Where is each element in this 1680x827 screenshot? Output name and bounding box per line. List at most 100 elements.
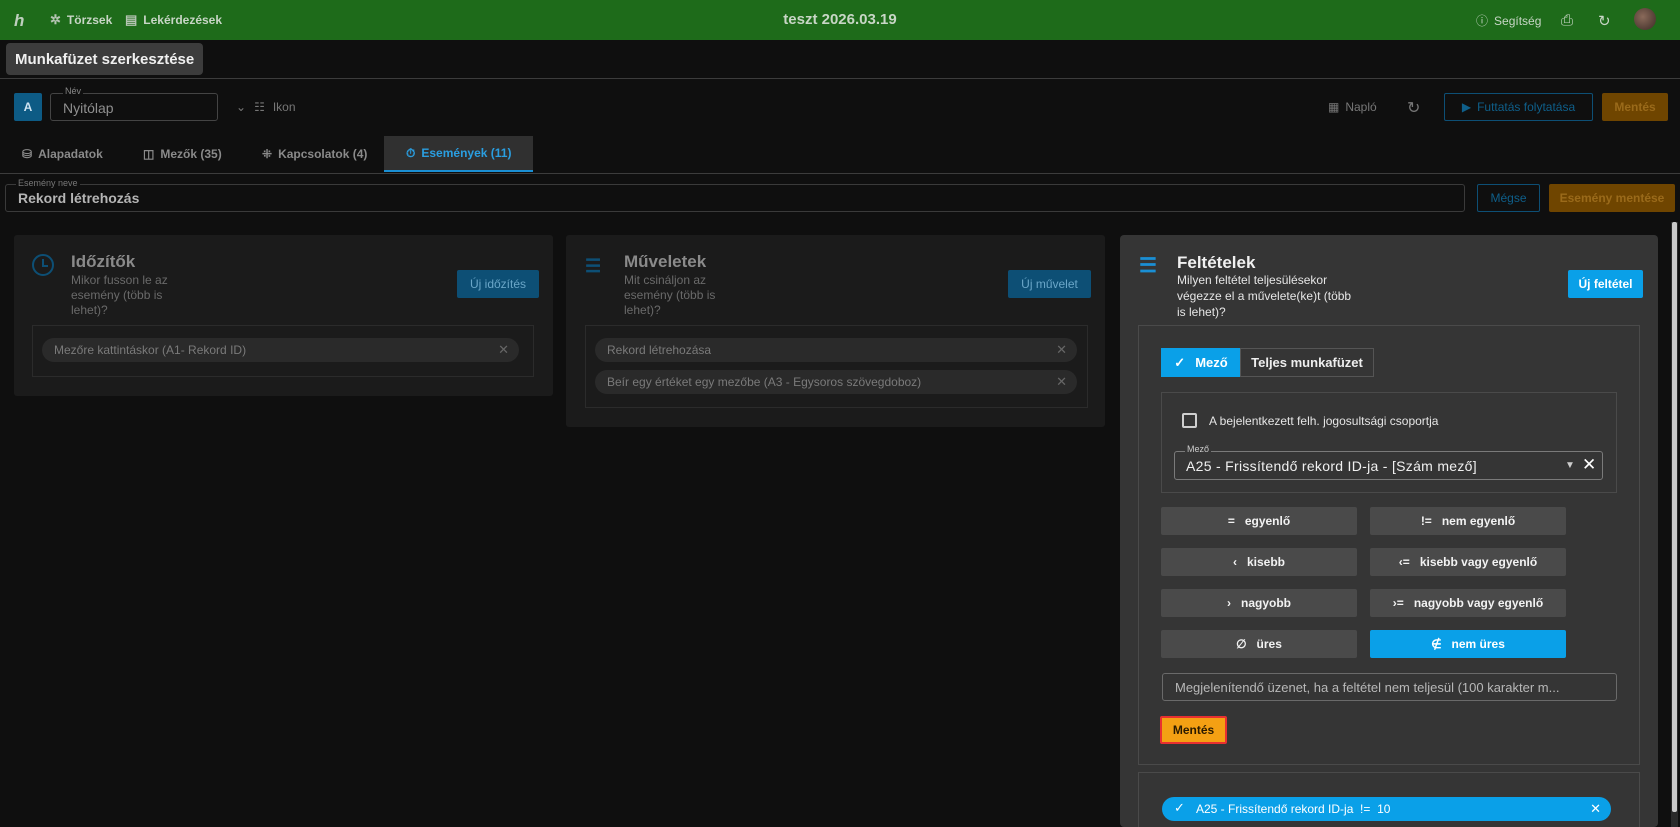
run-continue-button[interactable]: ▶ Futtatás folytatása [1444,93,1593,121]
grid-icon: ☷ [254,100,265,114]
nav-torzsek[interactable]: ✲ Törzsek [50,12,112,28]
scrollbar[interactable] [1671,222,1678,827]
help-link[interactable]: ⓘ Segítség [1476,12,1541,29]
op-empty-button[interactable]: ∅ üres [1161,630,1357,658]
event-name-field[interactable]: Esemény neve Rekord létrehozás [5,178,1465,212]
timer-icon: ⏱ [406,145,416,160]
document-icon: ▤ [125,12,138,27]
log-label: Napló [1345,100,1377,114]
clock-icon [32,254,54,276]
conditions-title: Feltételek [1177,253,1256,272]
operations-subtitle: Mit csináljon az esemény (több is lehet)… [624,273,715,318]
message-input[interactable]: Megjelenítendő üzenet, ha a feltétel nem… [1162,673,1617,701]
clear-icon[interactable]: ✕ [1582,455,1596,475]
event-name-label: Esemény neve [16,178,80,188]
checkbox-label: A bejelentkezett felh. jogosultsági csop… [1209,414,1439,428]
name-field[interactable]: Név Nyitólap [50,86,218,121]
avatar[interactable] [1634,8,1656,30]
operation-chip[interactable]: Beír egy értéket egy mezőbe (A3 - Egysor… [595,370,1077,394]
field-select-value: A25 - Frissítendő rekord ID-ja - [Szám m… [1186,458,1477,474]
new-operation-button[interactable]: Új művelet [1008,270,1091,298]
app-title: teszt 2026.03.19 [783,11,897,28]
tab-label: Alapadatok [38,147,103,161]
conditions-subtitle: Milyen feltétel teljesülésekor végezze e… [1177,272,1377,320]
app-logo[interactable]: h [14,11,34,30]
log-button[interactable]: ▦ Napló [1328,100,1377,114]
mode-workbook-option[interactable]: Teljes munkafüzet [1240,348,1374,377]
workbook-badge[interactable]: A [14,93,42,121]
op-symbol: = [1227,514,1235,528]
op-less-equal-button[interactable]: ‹= kisebb vagy egyenlő [1370,548,1566,576]
op-label: kisebb [1246,555,1285,569]
op-label: üres [1256,637,1282,651]
op-label: nagyobb [1241,596,1291,610]
op-not-equal-button[interactable]: != nem egyenlő [1370,507,1566,535]
new-timer-button[interactable]: Új időzítés [457,270,539,298]
event-save-button[interactable]: Esemény mentése [1549,184,1675,212]
op-greater-button[interactable]: › nagyobb [1161,589,1357,617]
nav-lekerdezesek[interactable]: ▤ Lekérdezések [125,12,222,28]
scrollbar-thumb[interactable] [1672,222,1677,812]
chip-label: A25 - Frissítendő rekord ID-ja != 10 [1196,802,1391,816]
clipboard-search-icon[interactable]: ⎙ [1561,12,1573,29]
op-label: nagyobb vagy egyenlő [1413,596,1544,610]
database-icon: ⛁ [22,147,33,161]
subtitle-line: is lehet)? [1177,305,1226,319]
tab-label: Kapcsolatok (4) [278,147,368,161]
op-less-button[interactable]: ‹ kisebb [1161,548,1357,576]
new-condition-button[interactable]: Új feltétel [1568,270,1643,298]
run-label: Futtatás folytatása [1477,100,1576,114]
chevron-down-icon: ⌄ [236,100,247,114]
close-icon[interactable]: ✕ [1590,801,1601,817]
tab-esemenyek[interactable]: ⏱ Események (11) [384,136,534,172]
icon-selector[interactable]: ⌄ ☷ Ikon [236,100,296,114]
op-symbol: != [1420,514,1432,528]
refresh-icon[interactable]: ↻ [1598,12,1611,30]
list-icon: ☰ [585,256,602,276]
op-symbol: ‹= [1398,555,1410,569]
group-checkbox[interactable] [1182,413,1197,428]
check-icon: ✓ [1174,800,1185,815]
timer-chip[interactable]: Mezőre kattintáskor (A1- Rekord ID) ✕ [42,338,519,362]
tab-alapadatok[interactable]: ⛁ Alapadatok [22,136,103,172]
tab-kapcsolatok[interactable]: ⁜ Kapcsolatok (4) [262,136,367,172]
cancel-button[interactable]: Mégse [1477,184,1540,212]
op-symbol: ›= [1392,596,1404,610]
play-icon: ▶ [1461,100,1472,114]
close-icon[interactable]: ✕ [498,342,509,358]
divider [0,78,1680,79]
condition-chip[interactable]: ✓ A25 - Frissítendő rekord ID-ja != 10 ✕ [1162,797,1611,821]
chip-label: Rekord létrehozása [607,343,712,357]
mode-label: Mező [1195,355,1228,370]
op-symbol: ∅ [1236,637,1247,651]
tab-mezok[interactable]: ◫ Mezők (35) [143,136,222,172]
op-not-empty-button[interactable]: ∉ nem üres [1370,630,1566,658]
op-label: nem egyenlő [1441,514,1516,528]
dropdown-arrow-icon[interactable]: ▼ [1565,460,1575,471]
op-symbol: ‹ [1232,555,1237,569]
field-select[interactable]: Mező A25 - Frissítendő rekord ID-ja - [S… [1174,444,1603,480]
subtitle-line: esemény (több is [71,288,163,302]
mode-field-option[interactable]: ✓ Mező [1161,348,1241,377]
op-label: kisebb vagy egyenlő [1419,555,1538,569]
tooltip: Munkafüzet szerkesztése [6,43,204,75]
check-icon: ✓ [1174,354,1186,370]
operation-chip[interactable]: Rekord létrehozása ✕ [595,338,1077,362]
close-icon[interactable]: ✕ [1056,342,1067,358]
chip-label: Beír egy értéket egy mezőbe (A3 - Egysor… [607,375,922,389]
op-label: egyenlő [1244,514,1291,528]
save-button[interactable]: Mentés [1602,93,1668,121]
op-greater-equal-button[interactable]: ›= nagyobb vagy egyenlő [1370,589,1566,617]
link-icon: ⁜ [262,147,273,161]
nav-label: Törzsek [66,13,113,27]
refresh-icon[interactable]: ↻ [1407,98,1420,118]
timers-subtitle: Mikor fusson le az esemény (több is lehe… [71,273,168,318]
op-symbol: › [1227,596,1231,610]
subtitle-line: esemény (több is [624,288,716,302]
top-bar: h ✲ Törzsek ▤ Lekérdezések teszt 2026.03… [0,0,1680,40]
log-icon: ▦ [1328,100,1340,114]
op-equal-button[interactable]: = egyenlő [1161,507,1357,535]
condition-save-button[interactable]: Mentés [1160,716,1227,744]
close-icon[interactable]: ✕ [1056,374,1067,390]
event-name-value: Rekord létrehozás [18,190,140,206]
